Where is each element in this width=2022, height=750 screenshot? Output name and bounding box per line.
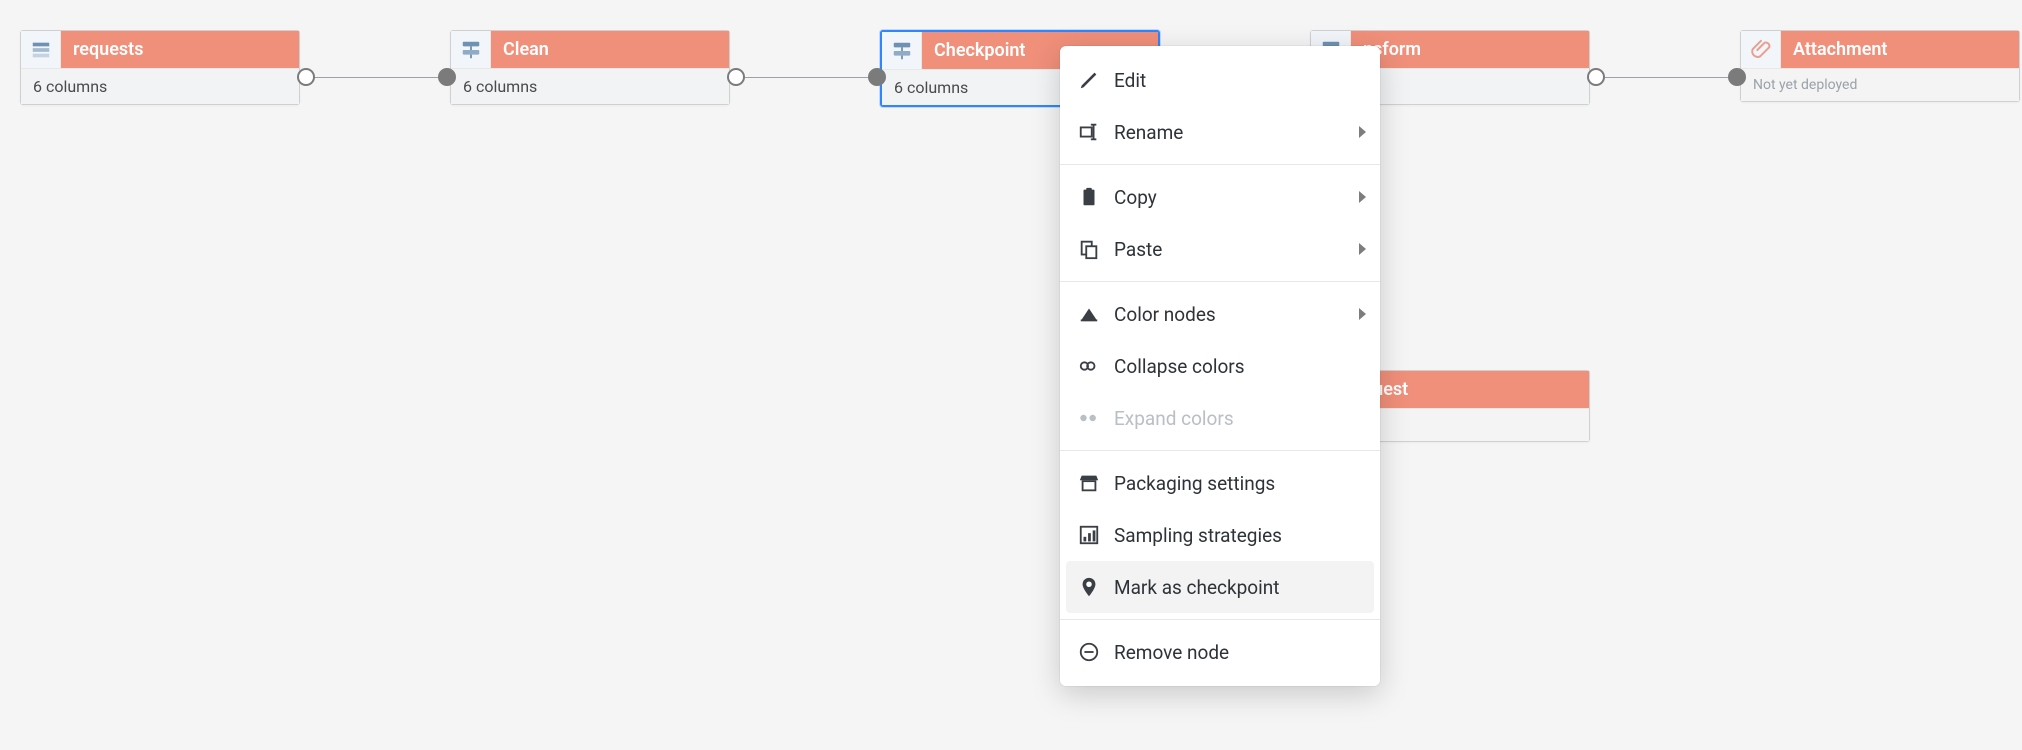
node-subtitle: Not yet deployed (1741, 69, 2019, 101)
collapse-icon (1078, 355, 1100, 377)
menu-separator (1060, 164, 1380, 165)
node-port[interactable] (438, 68, 456, 86)
prepare-icon (882, 32, 922, 69)
remove-icon (1078, 641, 1100, 663)
node-title: Clean (491, 31, 729, 68)
menu-item-label: Collapse colors (1114, 355, 1245, 378)
menu-paste[interactable]: Paste (1060, 223, 1380, 275)
node-title: quest (1351, 371, 1589, 408)
paste-icon (1078, 238, 1100, 260)
node-subtitle: 6 columns (451, 69, 729, 104)
flow-node-attachment[interactable]: Attachment Not yet deployed (1740, 30, 2020, 102)
menu-sampling-strategies[interactable]: Sampling strategies (1060, 509, 1380, 561)
menu-separator (1060, 281, 1380, 282)
menu-item-label: Packaging settings (1114, 472, 1275, 495)
node-subtitle: 6 columns (21, 69, 299, 104)
menu-item-label: Expand colors (1114, 407, 1234, 430)
prepare-icon (451, 31, 491, 68)
menu-item-label: Edit (1114, 69, 1146, 92)
flow-node-clean[interactable]: Clean 6 columns (450, 30, 730, 105)
chevron-right-icon (1359, 308, 1366, 320)
node-title: requests (61, 31, 299, 68)
menu-color-nodes[interactable]: Color nodes (1060, 288, 1380, 340)
node-port[interactable] (1587, 68, 1605, 86)
menu-mark-checkpoint[interactable]: Mark as checkpoint (1066, 561, 1374, 613)
menu-item-label: Copy (1114, 186, 1157, 209)
node-port[interactable] (868, 68, 886, 86)
flow-edge (736, 77, 876, 78)
node-title: nsform (1351, 31, 1589, 68)
attachment-icon (1741, 31, 1781, 68)
menu-item-label: Color nodes (1114, 303, 1216, 326)
flow-edge (306, 77, 446, 78)
menu-item-label: Paste (1114, 238, 1162, 261)
dataset-icon (21, 31, 61, 68)
chevron-right-icon (1359, 126, 1366, 138)
pin-icon (1078, 576, 1100, 598)
context-menu: Edit Rename Copy Paste Color nodes Collapse c… (1060, 46, 1380, 686)
menu-remove-node[interactable]: Remove node (1060, 626, 1380, 678)
menu-separator (1060, 450, 1380, 451)
menu-item-label: Rename (1114, 121, 1183, 144)
palette-icon (1078, 303, 1100, 325)
node-port[interactable] (727, 68, 745, 86)
clipboard-icon (1078, 186, 1100, 208)
menu-copy[interactable]: Copy (1060, 171, 1380, 223)
flow-edge (1596, 77, 1736, 78)
node-title: Attachment (1781, 31, 2019, 68)
sampling-icon (1078, 524, 1100, 546)
menu-expand-colors: Expand colors (1060, 392, 1380, 444)
menu-collapse-colors[interactable]: Collapse colors (1060, 340, 1380, 392)
rename-icon (1078, 121, 1100, 143)
menu-packaging-settings[interactable]: Packaging settings (1060, 457, 1380, 509)
menu-item-label: Remove node (1114, 641, 1229, 664)
node-port[interactable] (297, 68, 315, 86)
expand-icon (1078, 407, 1100, 429)
menu-item-label: Mark as checkpoint (1114, 576, 1279, 599)
chevron-right-icon (1359, 191, 1366, 203)
menu-rename[interactable]: Rename (1060, 106, 1380, 158)
menu-item-label: Sampling strategies (1114, 524, 1282, 547)
flow-node-requests[interactable]: requests 6 columns (20, 30, 300, 105)
menu-separator (1060, 619, 1380, 620)
pencil-icon (1078, 69, 1100, 91)
store-icon (1078, 472, 1100, 494)
menu-edit[interactable]: Edit (1060, 54, 1380, 106)
node-port[interactable] (1728, 68, 1746, 86)
chevron-right-icon (1359, 243, 1366, 255)
flow-canvas[interactable]: requests 6 columns Clean 6 columns Check… (0, 0, 2022, 750)
